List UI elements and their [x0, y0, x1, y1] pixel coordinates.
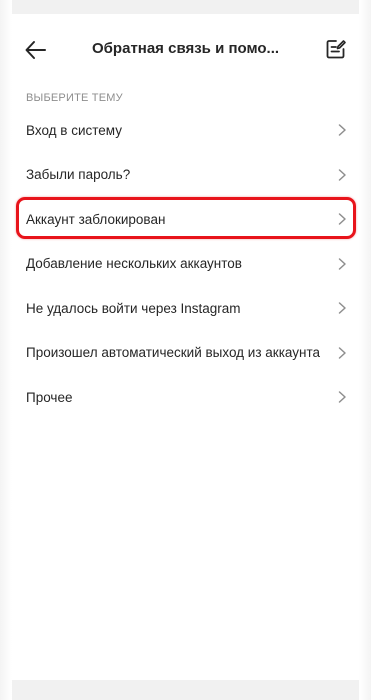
app-screen: Обратная связь и помо... ВЫБЕРИТЕ ТЕМУ В… — [0, 0, 371, 700]
compose-icon — [326, 40, 346, 59]
bottom-bar — [12, 680, 359, 700]
arrow-left-icon — [25, 41, 46, 59]
left-edge-shadow — [0, 0, 12, 700]
chevron-right-icon — [338, 169, 346, 181]
chevron-right-icon — [338, 213, 346, 225]
chevron-right-icon — [338, 258, 346, 270]
compose-button[interactable] — [325, 38, 347, 60]
topic-item-forgot-password[interactable]: Забыли пароль? — [12, 153, 359, 198]
topic-item-instagram-login[interactable]: Не удалось войти через Instagram — [12, 286, 359, 331]
topic-item-label: Забыли пароль? — [26, 167, 131, 183]
section-heading: ВЫБЕРИТЕ ТЕМУ — [26, 92, 123, 104]
topic-item-label: Не удалось войти через Instagram — [26, 300, 241, 316]
topic-item-account-blocked[interactable]: Аккаунт заблокирован — [12, 197, 359, 242]
chevron-right-icon — [338, 347, 346, 359]
topic-list: Вход в систему Забыли пароль? Аккаунт за… — [12, 108, 359, 420]
page-title: Обратная связь и помо... — [92, 40, 280, 57]
topic-item-multiple-accounts[interactable]: Добавление нескольких аккаунтов — [12, 242, 359, 287]
header-bar: Обратная связь и помо... — [12, 28, 359, 72]
topic-item-label: Добавление нескольких аккаунтов — [26, 256, 242, 272]
chevron-right-icon — [338, 124, 346, 136]
topic-item-label: Произошел автоматический выход из аккаун… — [26, 345, 321, 361]
topic-item-label: Аккаунт заблокирован — [26, 211, 166, 227]
topic-item-login[interactable]: Вход в систему — [12, 108, 359, 153]
chevron-right-icon — [338, 302, 346, 314]
status-bar — [12, 0, 359, 14]
topic-item-auto-logout[interactable]: Произошел автоматический выход из аккаун… — [12, 331, 359, 376]
right-edge-shadow — [359, 0, 371, 700]
chevron-right-icon — [338, 391, 346, 403]
topic-item-label: Вход в систему — [26, 122, 122, 138]
topic-item-other[interactable]: Прочее — [12, 375, 359, 420]
topic-item-label: Прочее — [26, 389, 73, 405]
back-button[interactable] — [22, 36, 50, 64]
